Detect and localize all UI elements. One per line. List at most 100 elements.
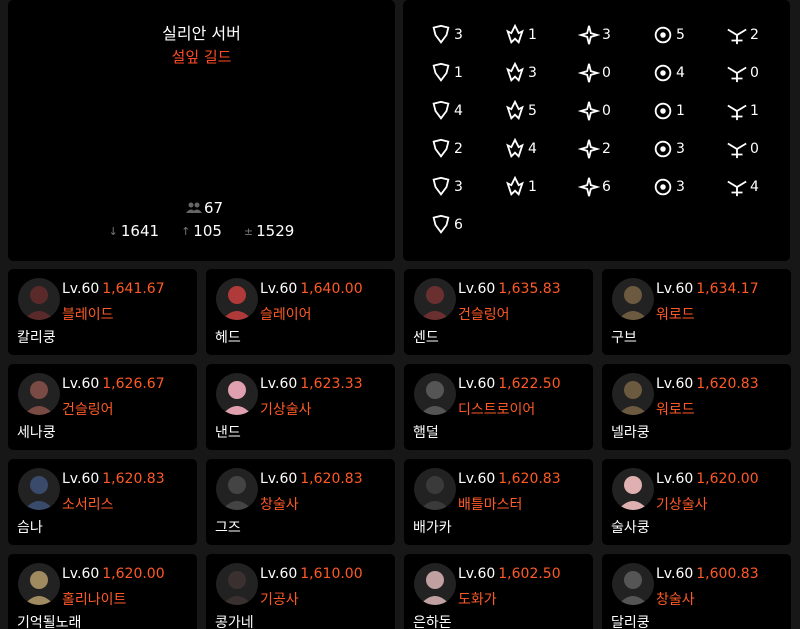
class-count: 0 — [602, 102, 611, 119]
class-count: 6 — [454, 216, 463, 233]
member-card[interactable]: Lv.60 1,640.00 슬레이어 헤드 — [206, 269, 395, 355]
member-level-line: Lv.60 1,602.50 — [458, 566, 561, 582]
avatar — [216, 373, 258, 415]
member-class: 창술사 — [260, 497, 299, 513]
member-level-line: Lv.60 1,622.50 — [458, 376, 561, 392]
class-count: 4 — [528, 140, 537, 157]
max-level-stat: ↓ 1641 — [109, 222, 159, 240]
member-item-level: 1,602.50 — [498, 566, 561, 582]
slayer-emblem-icon — [725, 23, 749, 47]
arrow-up-icon: ↑ — [181, 224, 191, 238]
class-count: 3 — [676, 140, 685, 157]
member-card[interactable]: Lv.60 1,626.67 건슬링어 세나쿵 — [8, 364, 197, 450]
soulmaster-emblem-icon — [651, 61, 675, 85]
class-count: 4 — [750, 178, 759, 195]
stat-value: 105 — [193, 222, 222, 240]
member-item-level: 1,634.17 — [696, 281, 759, 297]
member-grid: Lv.60 1,641.67 블레이드 칼리쿵 Lv.60 1,640.00 슬레이어 헤드 L… — [8, 269, 791, 629]
stat-value: 1529 — [256, 222, 295, 240]
member-card[interactable]: Lv.60 1,623.33 기상술사 낸드 — [206, 364, 395, 450]
class-count-cell: 2 — [577, 138, 651, 159]
member-level: Lv.60 — [62, 566, 100, 582]
member-class: 워로드 — [656, 307, 695, 323]
member-level: Lv.60 — [260, 471, 298, 487]
member-level: Lv.60 — [260, 281, 298, 297]
member-class: 디스트로이어 — [458, 402, 536, 418]
members-icon — [186, 201, 202, 216]
member-level-line: Lv.60 1,620.83 — [458, 471, 561, 487]
avatar — [414, 468, 456, 510]
member-level-line: Lv.60 1,620.83 — [62, 471, 165, 487]
member-name: 헤드 — [215, 330, 241, 346]
avatar — [414, 278, 456, 320]
member-card[interactable]: Lv.60 1,620.83 창술사 그즈 — [206, 459, 395, 545]
battlemaster-emblem-icon — [503, 61, 527, 85]
destroyer-emblem-icon — [503, 23, 527, 47]
member-level: Lv.60 — [656, 281, 694, 297]
member-class: 홀리나이트 — [62, 592, 127, 608]
stat-value: 1641 — [120, 222, 160, 240]
member-class: 건슬링어 — [458, 307, 510, 323]
warlord-emblem-icon — [577, 23, 601, 47]
gunslinger-emblem-icon — [725, 99, 749, 123]
blade-emblem-icon — [725, 137, 749, 161]
member-card[interactable]: Lv.60 1,620.83 소서리스 슴나 — [8, 459, 197, 545]
member-card[interactable]: Lv.60 1,622.50 디스트로이어 햄덜 — [404, 364, 593, 450]
berserker-emblem-icon — [429, 23, 453, 47]
member-card[interactable]: Lv.60 1,620.83 배틀마스터 배가카 — [404, 459, 593, 545]
member-name: 넬라쿵 — [611, 425, 650, 441]
summoner-emblem-icon — [503, 137, 527, 161]
demonic-emblem-icon — [429, 175, 453, 199]
class-count: 3 — [454, 178, 463, 195]
member-card[interactable]: Lv.60 1,600.83 창술사 달리쿵 — [602, 554, 791, 629]
member-item-level: 1,620.00 — [102, 566, 165, 582]
member-level: Lv.60 — [656, 376, 694, 392]
member-item-level: 1,620.83 — [696, 376, 759, 392]
member-name: 슴나 — [17, 520, 43, 536]
member-level: Lv.60 — [458, 566, 496, 582]
class-count-cell: 6 — [577, 176, 651, 197]
class-distribution-panel: 3 1 3 5 2 1 3 0 4 0 4 5 0 1 1 2 4 2 3 0 3 1 6 3 4 6 — [403, 0, 790, 261]
striker-emblem-icon — [429, 61, 453, 85]
class-count-cell: 1 — [651, 100, 725, 121]
member-level-line: Lv.60 1,634.17 — [656, 281, 759, 297]
member-level: Lv.60 — [458, 281, 496, 297]
avatar — [414, 373, 456, 415]
member-card[interactable]: Lv.60 1,610.00 기공사 콩가네 — [206, 554, 395, 629]
class-count-cell: 4 — [503, 137, 577, 161]
class-count-cell: 6 — [429, 214, 503, 235]
member-name: 구브 — [611, 330, 637, 346]
member-card[interactable]: Lv.60 1,620.00 홀리나이트 기억될노래 — [8, 554, 197, 629]
member-count: 67 — [186, 199, 223, 217]
member-class: 블레이드 — [62, 307, 114, 323]
member-card[interactable]: Lv.60 1,641.67 블레이드 칼리쿵 — [8, 269, 197, 355]
class-count-cell: 1 — [725, 100, 799, 121]
member-level-line: Lv.60 1,620.00 — [62, 566, 165, 582]
class-count: 0 — [602, 64, 611, 81]
member-level-line: Lv.60 1,620.83 — [656, 376, 759, 392]
class-count: 1 — [454, 64, 463, 81]
member-item-level: 1,635.83 — [498, 281, 561, 297]
member-class: 창술사 — [656, 592, 695, 608]
avatar — [18, 278, 60, 320]
member-card[interactable]: Lv.60 1,635.83 건슬링어 센드 — [404, 269, 593, 355]
blaster-emblem-icon — [503, 99, 527, 123]
artist-emblem-icon — [651, 175, 675, 199]
member-card[interactable]: Lv.60 1,620.00 기상술사 술사쿵 — [602, 459, 791, 545]
member-level: Lv.60 — [458, 471, 496, 487]
aeromancer-emblem-icon — [725, 175, 749, 199]
class-count: 2 — [750, 26, 759, 43]
class-count-cell: 2 — [725, 24, 799, 45]
class-count-cell: 3 — [651, 176, 725, 197]
guild-summary-panel: 실리안 서버 설잎 길드 67 ↓ 1641 ↑ 105 ± 1529 — [8, 0, 395, 261]
class-count-cell: 0 — [577, 100, 651, 121]
member-card[interactable]: Lv.60 1,620.83 워로드 넬라쿵 — [602, 364, 791, 450]
class-count-cell: 0 — [577, 62, 651, 83]
member-card[interactable]: Lv.60 1,634.17 워로드 구브 — [602, 269, 791, 355]
class-count-cell: 4 — [651, 62, 725, 83]
member-card[interactable]: Lv.60 1,602.50 도화가 은하돈 — [404, 554, 593, 629]
member-class: 워로드 — [656, 402, 695, 418]
class-count-cell: 3 — [503, 61, 577, 85]
member-level: Lv.60 — [260, 376, 298, 392]
member-level-line: Lv.60 1,620.83 — [260, 471, 363, 487]
